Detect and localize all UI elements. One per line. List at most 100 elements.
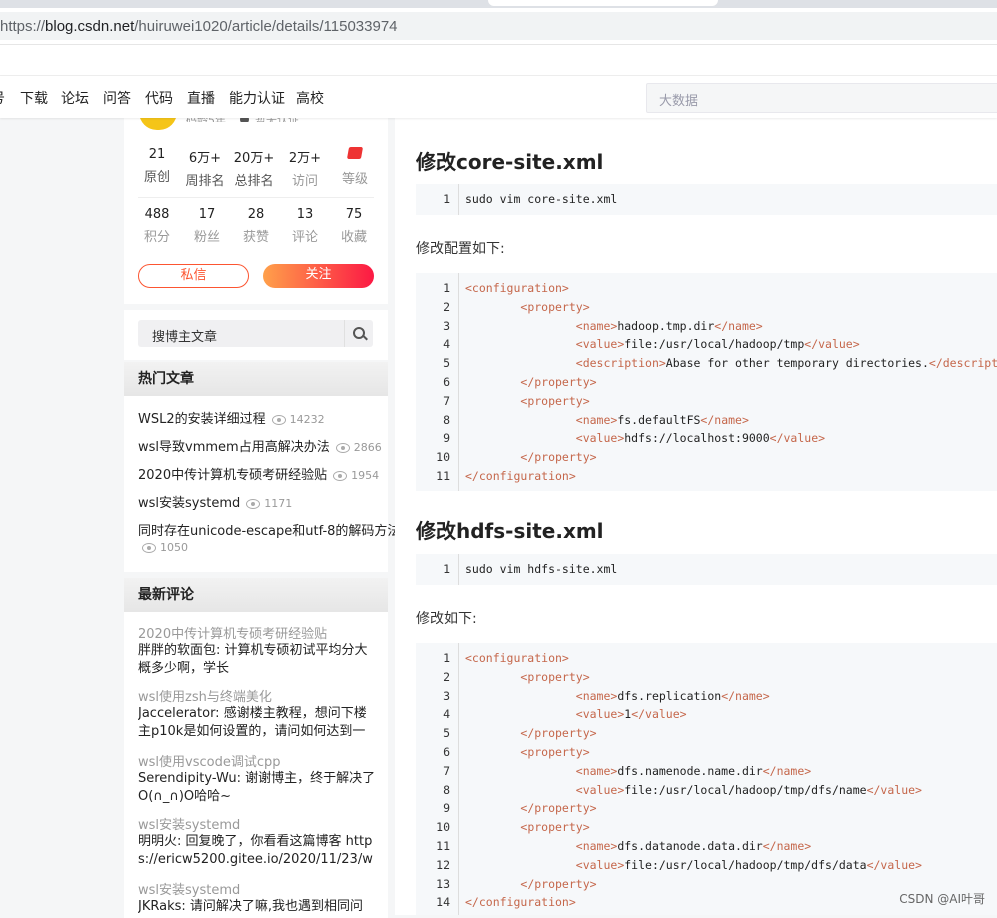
code-text: <value>hdfs://localhost:9000</value> [575, 431, 826, 446]
comment-article-link[interactable]: wsl安装systemd [138, 814, 240, 833]
profile-card: 码龄5年 暂无认证 21 原创 6万+ 周排名 20万+ 总排名 2万+ 访问 等级 4… [124, 112, 388, 304]
line-number: 2 [443, 299, 450, 314]
watermark: CSDN @AI叶哥 [899, 892, 985, 906]
code-block-core-xml[interactable]: 1 <configuration> 2 <property> 3 <name>hado… [416, 273, 997, 491]
comment-article-link[interactable]: wsl使用zsh与终端美化 [138, 686, 272, 705]
stat-favorites[interactable]: 75 收藏 [328, 207, 380, 245]
line-number: 7 [443, 763, 450, 778]
heading-core-site: 修改core-site.xml [416, 150, 604, 174]
code-block-hdfs-xml[interactable]: 1 <configuration> 2 <property> 3 <name>dfs.… [416, 643, 997, 915]
code-block-hdfs-cmd[interactable]: 1 sudo vim hdfs-site.xml [416, 554, 997, 585]
hot-article-item[interactable]: 同时存在unicode-escape和utf-8的解码方法 [138, 520, 400, 539]
code-block-core-cmd[interactable]: 1 sudo vim core-site.xml [416, 184, 997, 215]
comment-text[interactable]: Jaccelerator: 感谢楼主教程，想问下楼主p10k是如何设置的，请问如… [138, 705, 376, 741]
nav-item-download[interactable]: 下载 [20, 88, 48, 108]
code-text: <value>file:/usr/local/hadoop/tmp/dfs/da… [575, 857, 922, 872]
code-text: <property> [520, 393, 590, 408]
search-icon[interactable] [344, 320, 373, 347]
latest-comments-card: 最新评论 2020中传计算机专硕考研经验贴 胖胖的软面包: 计算机专硕初试平均分… [124, 578, 388, 918]
code-text: <configuration> [465, 281, 569, 295]
stat-comments[interactable]: 13 评论 [279, 207, 331, 245]
line-number: 5 [443, 356, 450, 371]
line-number: 8 [443, 782, 450, 797]
stat-level[interactable]: 等级 [329, 147, 381, 187]
code-text: <name>hadoop.tmp.dir</name> [575, 318, 763, 333]
level-icon [329, 147, 381, 164]
hot-article-item[interactable]: 2020中传计算机专硕考研经验贴 1954 [138, 464, 379, 483]
code-text: </property> [520, 726, 597, 741]
site-search-input[interactable]: 大数据 [646, 83, 997, 113]
nav-item-qa[interactable]: 问答 [103, 88, 131, 108]
code-line: 1 <configuration> [416, 281, 997, 300]
stat-fans[interactable]: 17 粉丝 [181, 207, 233, 245]
stat-original[interactable]: 21 原创 [131, 147, 183, 185]
stat-points[interactable]: 488 积分 [131, 207, 183, 245]
line-number: 7 [443, 393, 450, 408]
eye-icon [142, 542, 156, 553]
code-text: </configuration> [465, 469, 576, 483]
code-line: 11 </configuration> [416, 469, 997, 488]
stat-visits[interactable]: 2万+ 访问 [279, 147, 331, 189]
comment-article-link[interactable]: wsl使用vscode调试cpp [138, 751, 281, 770]
hot-articles-title: 热门文章 [124, 362, 388, 396]
comment-article-link[interactable]: 2020中传计算机专硕考研经验贴 [138, 623, 327, 642]
code-line: 10 <property> [416, 820, 997, 839]
code-line: 4 <value>file:/usr/local/hadoop/tmp</val… [416, 337, 997, 356]
code-line: 5 <description>Abase for other temporary… [416, 356, 997, 375]
line-number: 1 [443, 651, 450, 665]
code-text: <value>1</value> [575, 707, 687, 722]
stat-total-rank[interactable]: 20万+ 总排名 [228, 147, 280, 189]
code-line: 11 <name>dfs.datanode.data.dir</name> [416, 839, 997, 858]
nav-item-certification[interactable]: 能力认证 [229, 88, 285, 108]
address-box[interactable]: https://blog.csdn.net/huiruwei1020/artic… [0, 12, 997, 40]
heading-hdfs-site: 修改hdfs-site.xml [416, 519, 604, 543]
hot-article-item[interactable]: wsl导致vmmem占用高解决办法 2866 [138, 436, 382, 455]
code-text: <value>file:/usr/local/hadoop/tmp</value… [575, 337, 860, 352]
code-line: 7 <property> [416, 394, 997, 413]
line-number: 9 [443, 801, 450, 816]
line-number: 1 [443, 281, 450, 295]
code-line: 2 <property> [416, 300, 997, 319]
eye-icon [335, 442, 350, 453]
comment-text[interactable]: JKRaks: 请问解决了嘛,我也遇到相同问题 [138, 898, 376, 916]
code-text: </configuration> [465, 895, 576, 910]
line-number: 13 [436, 876, 450, 891]
paragraph-core-config: 修改配置如下: [416, 241, 505, 257]
comment-text[interactable]: 胖胖的软面包: 计算机专硕初试平均分大概多少啊，学长 [138, 642, 376, 678]
divider [138, 197, 374, 198]
follow-button[interactable]: 关注 [263, 264, 374, 288]
comment-text[interactable]: Serendipity-Wu: 谢谢博主，终于解决了O(∩_∩)O哈哈~ [138, 770, 376, 806]
code-text: <property> [520, 299, 590, 314]
message-button[interactable]: 私信 [138, 264, 249, 288]
eye-icon [246, 498, 261, 509]
browser-tab[interactable] [488, 0, 718, 6]
address-bar[interactable]: https://blog.csdn.net/huiruwei1020/artic… [0, 8, 997, 45]
code-line: 8 <value>file:/usr/local/hadoop/tmp/dfs/… [416, 783, 997, 802]
nav-item-partial[interactable]: 号 [0, 88, 5, 108]
code-text: </property> [520, 876, 597, 891]
code-line: 3 <name>dfs.replication</name> [416, 689, 997, 708]
line-number: 6 [443, 745, 450, 759]
line-number: 10 [436, 820, 450, 835]
comment-article-link[interactable]: wsl安装systemd [138, 879, 240, 898]
hot-article-item[interactable]: wsl安装systemd 1171 [138, 492, 292, 511]
code-text: <name>fs.defaultFS</name> [575, 412, 749, 427]
code-line: 8 <name>fs.defaultFS</name> [416, 413, 997, 432]
nav-item-code[interactable]: 代码 [145, 88, 173, 108]
comment-text[interactable]: 明明火: 回复晚了，你看看这篇博客 https://ericw5200.gite… [138, 833, 376, 869]
stat-likes[interactable]: 28 获赞 [230, 207, 282, 245]
nav-item-university[interactable]: 高校 [296, 88, 324, 108]
nav-item-forum[interactable]: 论坛 [61, 88, 89, 108]
url-text[interactable]: https://blog.csdn.net/huiruwei1020/artic… [0, 18, 398, 35]
nav-item-live[interactable]: 直播 [187, 88, 215, 108]
bookmarks-bar [0, 45, 997, 76]
line-number: 11 [436, 839, 450, 853]
code-line: 3 <name>hadoop.tmp.dir</name> [416, 319, 997, 338]
hot-article-item[interactable]: WSL2的安装详细过程 14232 [138, 408, 325, 427]
stat-week-rank[interactable]: 6万+ 周排名 [179, 147, 231, 189]
blog-search-input[interactable]: 搜博主文章 [138, 320, 373, 347]
code-line: 12 <value>file:/usr/local/hadoop/tmp/dfs… [416, 858, 997, 877]
code-text: <property> [520, 669, 590, 684]
code-line: 9 <value>hdfs://localhost:9000</value> [416, 431, 997, 450]
code-text: </property> [520, 450, 597, 465]
